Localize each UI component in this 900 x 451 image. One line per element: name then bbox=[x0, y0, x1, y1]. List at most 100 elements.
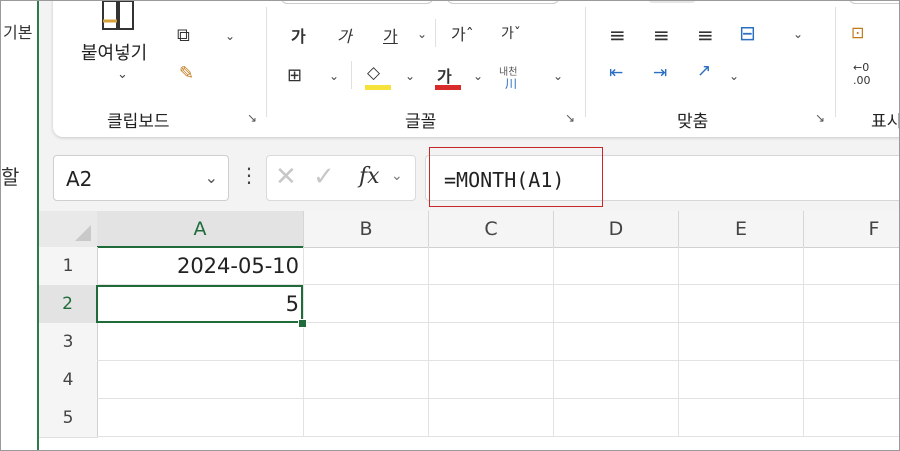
group-label-alignment: 맞춤 bbox=[677, 112, 709, 132]
chevron-down-icon[interactable]: ⌄ bbox=[391, 168, 403, 184]
chevron-down-icon[interactable]: ⌄ bbox=[553, 69, 563, 83]
borders-icon[interactable]: ⊞ bbox=[287, 65, 302, 86]
row-header-1[interactable]: 1 bbox=[39, 247, 98, 286]
cell-c4[interactable] bbox=[429, 361, 554, 399]
cell-b4[interactable] bbox=[304, 361, 429, 399]
font-color-button[interactable]: 가 bbox=[433, 63, 463, 91]
chevron-down-icon[interactable]: ⌄ bbox=[729, 69, 739, 83]
cell-a4[interactable] bbox=[97, 361, 304, 399]
cell-e3[interactable] bbox=[679, 323, 804, 361]
cell-b5[interactable] bbox=[304, 399, 429, 437]
background-text: 기본 bbox=[3, 23, 33, 42]
cell-d4[interactable] bbox=[554, 361, 679, 399]
underline-button[interactable]: 가 bbox=[383, 23, 398, 47]
merge-center-icon[interactable]: ⊟ bbox=[739, 21, 756, 45]
cell-a1[interactable]: 2024-05-10 bbox=[97, 247, 304, 285]
select-all-button[interactable] bbox=[39, 211, 98, 248]
cell-f3[interactable] bbox=[804, 323, 899, 361]
column-header-c[interactable]: C bbox=[429, 211, 554, 248]
column-header-d[interactable]: D bbox=[554, 211, 679, 248]
paste-button[interactable]: 붙여넣기 ⌄ bbox=[81, 1, 161, 91]
dialog-launcher-icon[interactable]: ↘ bbox=[247, 111, 257, 125]
font-size-box[interactable] bbox=[447, 1, 559, 4]
chevron-down-icon[interactable]: ⌄ bbox=[793, 27, 803, 41]
cell-e1[interactable] bbox=[679, 247, 804, 285]
paint-bucket-icon: ◇ bbox=[367, 63, 381, 83]
cell-b2[interactable] bbox=[304, 285, 429, 323]
cell-d3[interactable] bbox=[554, 323, 679, 361]
paste-icon bbox=[102, 1, 134, 30]
bold-button[interactable]: 가 bbox=[291, 23, 306, 47]
copy-icon[interactable]: ⧉ bbox=[177, 25, 190, 46]
fill-handle[interactable] bbox=[298, 319, 307, 328]
format-painter-icon[interactable]: ✎ bbox=[179, 63, 194, 84]
decrease-indent-icon[interactable]: ⇤ bbox=[609, 63, 623, 83]
cell-f4[interactable] bbox=[804, 361, 899, 399]
font-name-box[interactable] bbox=[281, 1, 433, 4]
name-box[interactable]: A2 ⌄ bbox=[53, 155, 229, 201]
number-format-box bbox=[849, 1, 899, 4]
cell-f2[interactable] bbox=[804, 285, 899, 323]
column-header-b[interactable]: B bbox=[304, 211, 429, 248]
chevron-down-icon[interactable]: ⌄ bbox=[417, 27, 427, 41]
cell-c5[interactable] bbox=[429, 399, 554, 437]
dialog-launcher-icon[interactable]: ↘ bbox=[815, 111, 825, 125]
cell-c3[interactable] bbox=[429, 323, 554, 361]
cell-e2[interactable] bbox=[679, 285, 804, 323]
cell-d2[interactable] bbox=[554, 285, 679, 323]
cancel-icon[interactable]: ✕ bbox=[275, 162, 297, 192]
increase-indent-icon[interactable]: ⇥ bbox=[653, 63, 667, 83]
divider bbox=[351, 61, 352, 89]
cell-a3[interactable] bbox=[97, 323, 304, 361]
orientation-icon[interactable]: ↗ bbox=[697, 61, 711, 81]
align-center-icon[interactable]: ≡ bbox=[653, 23, 670, 47]
chevron-down-icon[interactable]: ⌄ bbox=[225, 29, 235, 43]
column-header-f[interactable]: F bbox=[804, 211, 899, 248]
cell-b1[interactable] bbox=[304, 247, 429, 285]
chevron-down-icon[interactable]: ⌄ bbox=[205, 168, 218, 187]
cell-f5[interactable] bbox=[804, 399, 899, 437]
chevron-down-icon[interactable]: ⌄ bbox=[473, 69, 483, 83]
grow-font-button[interactable]: 가ˆ bbox=[451, 21, 474, 45]
group-label-clipboard: 클립보드 bbox=[107, 112, 170, 132]
cell-a5[interactable] bbox=[97, 399, 304, 437]
align-left-icon[interactable]: ≡ bbox=[609, 23, 626, 47]
cell-c1[interactable] bbox=[429, 247, 554, 285]
cell-d5[interactable] bbox=[554, 399, 679, 437]
row-header-4[interactable]: 4 bbox=[39, 361, 98, 400]
more-options-icon[interactable]: ⋮ bbox=[239, 163, 259, 187]
cell-e4[interactable] bbox=[679, 361, 804, 399]
row-header-2[interactable]: 2 bbox=[39, 285, 98, 324]
background-pane: 기본 할 bbox=[1, 1, 37, 450]
active-cell-border bbox=[96, 285, 303, 323]
column-header-a[interactable]: A bbox=[97, 211, 304, 248]
fill-color-swatch bbox=[365, 85, 391, 90]
row-header-5[interactable]: 5 bbox=[39, 399, 98, 438]
cell-c2[interactable] bbox=[429, 285, 554, 323]
column-header-e[interactable]: E bbox=[679, 211, 804, 248]
dialog-launcher-icon[interactable]: ↘ bbox=[565, 111, 575, 125]
italic-button[interactable]: 가 bbox=[337, 23, 352, 47]
cell-d1[interactable] bbox=[554, 247, 679, 285]
align-right-icon[interactable]: ≡ bbox=[697, 23, 714, 47]
fill-color-button[interactable]: ◇ bbox=[363, 63, 393, 91]
divider bbox=[585, 7, 586, 117]
chevron-down-icon[interactable]: ⌄ bbox=[405, 69, 415, 83]
group-label-font: 글꼴 bbox=[405, 112, 437, 132]
ribbon: 붙여넣기 ⌄ ⧉ ⌄ ✎ 클립보드 ↘ 가 가 가 ⌄ 가ˆ 가ˇ ⊞ ⌄ ◇ bbox=[53, 1, 900, 137]
cell-f1[interactable] bbox=[804, 247, 899, 285]
increase-decimal-button[interactable]: ←0 .00 bbox=[853, 61, 871, 87]
cell-e5[interactable] bbox=[679, 399, 804, 437]
digits-top: ←0 bbox=[853, 61, 870, 74]
cell-b3[interactable] bbox=[304, 323, 429, 361]
excel-app: 붙여넣기 ⌄ ⧉ ⌄ ✎ 클립보드 ↘ 가 가 가 ⌄ 가ˆ 가ˇ ⊞ ⌄ ◇ bbox=[39, 1, 899, 450]
enter-icon[interactable]: ✓ bbox=[313, 162, 335, 192]
chevron-down-icon[interactable]: ⌄ bbox=[329, 69, 339, 83]
row-header-3[interactable]: 3 bbox=[39, 323, 98, 362]
accounting-format-icon[interactable]: ⊡ bbox=[851, 23, 864, 42]
insert-function-button[interactable]: fx bbox=[359, 164, 380, 189]
shrink-font-button[interactable]: 가ˇ bbox=[501, 23, 521, 43]
name-box-value: A2 bbox=[66, 167, 93, 191]
group-label-number: 표시 bbox=[871, 112, 900, 132]
phonetic-button[interactable]: 내천 川 bbox=[497, 63, 533, 93]
